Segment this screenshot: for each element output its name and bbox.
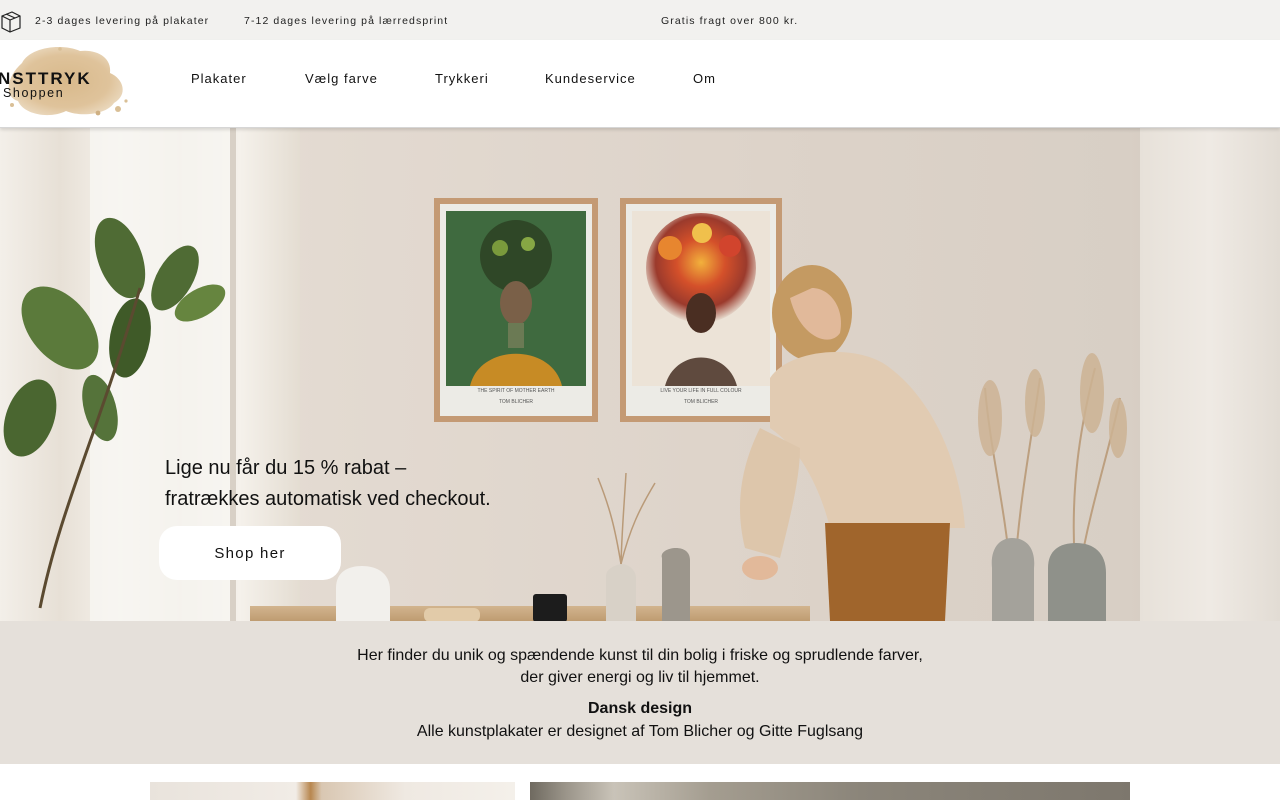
announcement-free-shipping: Gratis fragt over 800 kr. [661, 15, 799, 27]
intro-section: Her finder du unik og spændende kunst ti… [0, 621, 1280, 764]
announcement-bar: 2-3 dages levering på plakater 7-12 dage… [0, 0, 1280, 40]
logo-subtitle: Shoppen [3, 86, 65, 100]
poster-1-artist: TOM BLICHER [499, 399, 533, 405]
poster-2: LIVE YOUR LIFE IN FULL COLOUR TOM BLICHE… [620, 198, 782, 422]
nav-item-vaelg-farve[interactable]: Vælg farve [305, 71, 378, 86]
category-thumbnail-2[interactable] [530, 782, 1130, 800]
intro-line-3: Alle kunstplakater er designet af Tom Bl… [416, 723, 864, 740]
poster-1: THE SPIRIT OF MOTHER EARTH TOM BLICHER [434, 198, 598, 422]
intro-heading: Dansk design [587, 700, 693, 717]
nav-item-kundeservice[interactable]: Kundeservice [545, 71, 636, 86]
nav-item-plakater[interactable]: Plakater [191, 71, 247, 86]
hero-banner: THE SPIRIT OF MOTHER EARTH TOM BLICHER L… [0, 128, 1280, 621]
promo-line-1: Lige nu får du 15 % rabat – [165, 457, 407, 479]
announcement-delivery-posters: 2-3 dages levering på plakater [35, 15, 210, 27]
poster-2-artist: TOM BLICHER [684, 399, 718, 405]
box-icon [1, 11, 21, 33]
shop-here-button[interactable]: Shop her [159, 526, 341, 580]
intro-line-1: Her finder du unik og spændende kunst ti… [357, 647, 923, 664]
nav-item-trykkeri[interactable]: Trykkeri [435, 71, 489, 86]
promo-line-2: fratrækkes automatisk ved checkout. [165, 488, 491, 510]
intro-line-2: der giver energi og liv til hjemmet. [520, 669, 760, 686]
logo[interactable]: NSTTRYK Shoppen [0, 43, 140, 119]
promo-text: Lige nu får du 15 % rabat – fratrækkes a… [165, 453, 491, 515]
poster-1-caption: THE SPIRIT OF MOTHER EARTH [477, 388, 554, 394]
announcement-delivery-canvas: 7-12 dages levering på lærredsprint [244, 15, 449, 27]
site-header: NSTTRYK Shoppen Plakater Vælg farve Tryk… [0, 40, 1280, 128]
category-thumbnail-1[interactable] [150, 782, 515, 800]
nav-item-om[interactable]: Om [693, 71, 716, 86]
poster-2-caption: LIVE YOUR LIFE IN FULL COLOUR [660, 388, 742, 394]
